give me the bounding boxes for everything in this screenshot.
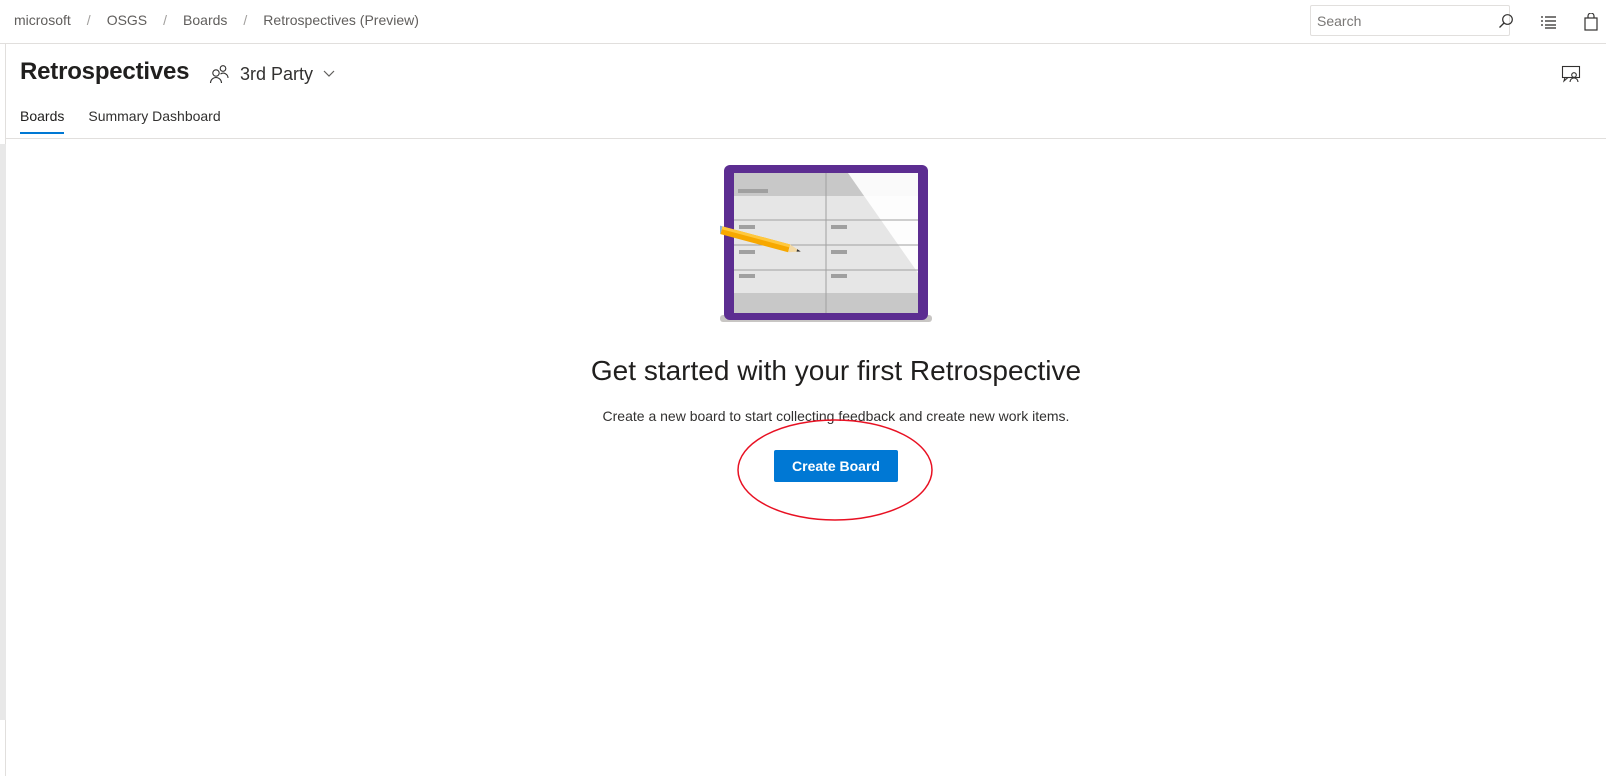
tab-divider (6, 138, 1606, 139)
breadcrumb-item-organization[interactable]: microsoft (14, 12, 71, 28)
chevron-down-icon (322, 67, 336, 81)
team-picker[interactable]: 3rd Party (208, 63, 336, 85)
tab-summary-dashboard[interactable]: Summary Dashboard (88, 108, 220, 134)
team-name: 3rd Party (240, 63, 314, 84)
breadcrumb-item-retrospectives[interactable]: Retrospectives (Preview) (263, 12, 419, 28)
page-title: Retrospectives (20, 58, 190, 85)
retrospective-board-illustration (720, 165, 932, 322)
left-rail-scrollbar[interactable] (0, 144, 6, 720)
breadcrumb-separator: / (163, 12, 168, 28)
shopping-bag-icon[interactable] (1579, 10, 1603, 34)
feedback-icon[interactable] (1560, 63, 1582, 85)
breadcrumb: microsoft / OSGS / Boards / Retrospectiv… (14, 12, 419, 28)
search-box (1310, 5, 1513, 36)
search-input[interactable] (1311, 6, 1498, 35)
breadcrumb-separator: / (86, 12, 91, 28)
empty-state-description: Create a new board to start collecting f… (602, 408, 1070, 424)
empty-state-title: Get started with your first Retrospectiv… (590, 355, 1082, 386)
team-icon (208, 63, 230, 85)
search-icon[interactable] (1498, 6, 1514, 35)
breadcrumb-item-boards[interactable]: Boards (183, 12, 227, 28)
page: microsoft / OSGS / Boards / Retrospectiv… (0, 0, 1606, 776)
list-icon[interactable] (1536, 10, 1560, 34)
breadcrumb-separator: / (243, 12, 248, 28)
tab-bar: Boards Summary Dashboard (20, 108, 245, 134)
top-bar: microsoft / OSGS / Boards / Retrospectiv… (0, 0, 1606, 44)
breadcrumb-item-project[interactable]: OSGS (107, 12, 147, 28)
tab-boards[interactable]: Boards (20, 108, 65, 134)
create-board-button[interactable]: Create Board (774, 450, 898, 482)
